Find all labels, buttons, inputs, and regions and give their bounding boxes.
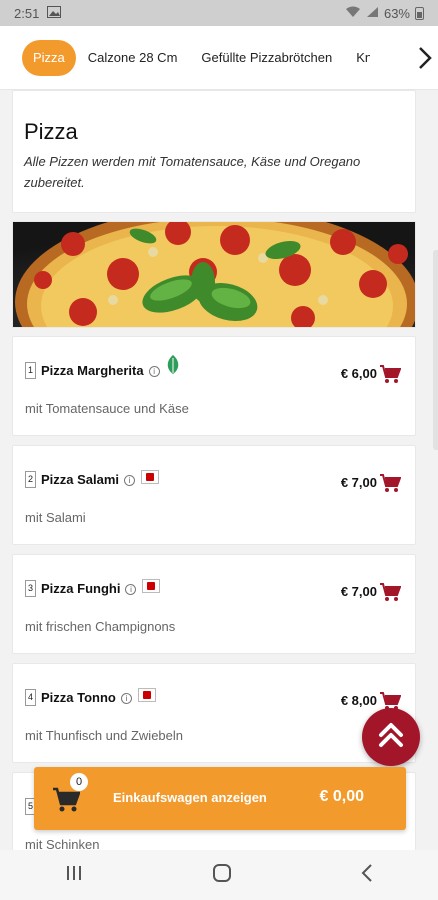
item-description: mit Schinken bbox=[25, 837, 100, 850]
item-name-row: 2 Pizza Salami i bbox=[25, 469, 160, 488]
item-description: mit Tomatensauce und Käse bbox=[25, 401, 189, 416]
info-icon[interactable]: i bbox=[125, 584, 137, 595]
info-icon[interactable]: i bbox=[124, 475, 136, 486]
wifi-icon bbox=[345, 6, 361, 21]
item-number: 1 bbox=[25, 362, 36, 379]
category-tabs: Pizza Calzone 28 Cm Gefüllte Pizzabrötch… bbox=[0, 26, 438, 90]
item-name: Pizza Salami bbox=[41, 472, 120, 487]
cart-count-badge: 0 bbox=[70, 773, 88, 791]
item-price: € 7,00 bbox=[340, 584, 377, 599]
meat-icon bbox=[141, 469, 160, 484]
tab-next-category[interactable]: Kn bbox=[344, 40, 370, 76]
item-description: mit Thunfisch und Zwiebeln bbox=[25, 728, 184, 743]
section-title: Pizza bbox=[24, 119, 78, 144]
status-bar: 2:51 63% bbox=[0, 0, 438, 26]
chevron-right-icon[interactable] bbox=[412, 26, 438, 89]
signal-icon bbox=[366, 6, 379, 21]
add-to-cart-icon[interactable] bbox=[379, 364, 402, 389]
item-price: € 7,00 bbox=[340, 475, 377, 490]
info-icon[interactable]: i bbox=[120, 693, 132, 704]
item-name: Pizza Margherita bbox=[41, 363, 144, 378]
meat-icon bbox=[137, 687, 156, 702]
item-description: mit Salami bbox=[25, 510, 86, 525]
home-icon[interactable] bbox=[212, 863, 232, 888]
tab-pizza[interactable]: Pizza bbox=[22, 39, 76, 76]
info-icon[interactable]: i bbox=[148, 366, 160, 377]
double-chevron-up-icon bbox=[377, 721, 405, 754]
menu-item[interactable]: 4 Pizza Tonno i € 8,00 mit Thunfisch und… bbox=[12, 663, 416, 763]
section-header: Pizza Alle Pizzen werden mit Tomatensauc… bbox=[12, 90, 416, 213]
cart-button-label: Einkaufswagen anzeigen bbox=[113, 790, 267, 805]
battery-percent: 63% bbox=[383, 5, 410, 21]
edge-panel-handle[interactable] bbox=[433, 250, 438, 450]
add-to-cart-icon[interactable] bbox=[379, 473, 402, 498]
item-number: 4 bbox=[25, 689, 36, 706]
system-nav-bar bbox=[0, 850, 438, 900]
section-description: Alle Pizzen werden mit Tomatensauce, Käs… bbox=[24, 154, 361, 190]
item-name: Pizza Tonno bbox=[41, 690, 116, 705]
gallery-icon bbox=[47, 5, 62, 21]
meat-icon bbox=[142, 578, 161, 593]
menu-item[interactable]: 2 Pizza Salami i € 7,00 mit Salami bbox=[12, 445, 416, 545]
item-number: 2 bbox=[25, 471, 36, 488]
recent-apps-icon[interactable] bbox=[65, 865, 83, 886]
tab-calzone[interactable]: Calzone 28 Cm bbox=[76, 40, 190, 76]
back-icon[interactable] bbox=[361, 863, 373, 887]
tab-gefuellte-pizzabroetchen[interactable]: Gefüllte Pizzabrötchen bbox=[189, 40, 344, 76]
item-price: € 6,00 bbox=[340, 366, 377, 381]
pizza-hero-image bbox=[12, 221, 416, 328]
vegetarian-leaf-icon bbox=[166, 355, 180, 378]
item-name-row: 3 Pizza Funghi i bbox=[25, 578, 161, 597]
menu-item[interactable]: 1 Pizza Margherita i € 6,00 mit Tomatens… bbox=[12, 336, 416, 436]
status-right: 63% bbox=[345, 6, 424, 21]
item-name: Pizza Funghi bbox=[41, 581, 121, 596]
cart-total: € 0,00 bbox=[319, 788, 364, 805]
item-price: € 8,00 bbox=[340, 693, 377, 708]
item-description: mit frischen Champignons bbox=[25, 619, 176, 634]
view-cart-button[interactable]: 0 Einkaufswagen anzeigen € 0,00 bbox=[34, 767, 406, 830]
battery-icon bbox=[415, 6, 424, 20]
shopping-cart-icon bbox=[52, 787, 81, 818]
menu-item[interactable]: 3 Pizza Funghi i € 7,00 mit frischen Cha… bbox=[12, 554, 416, 654]
status-time: 2:51 bbox=[14, 5, 40, 21]
scroll-to-top-button[interactable] bbox=[362, 708, 420, 766]
item-number: 3 bbox=[25, 580, 36, 597]
item-name-row: 4 Pizza Tonno i bbox=[25, 687, 156, 706]
add-to-cart-icon[interactable] bbox=[379, 582, 402, 607]
item-name-row: 1 Pizza Margherita i bbox=[25, 355, 180, 379]
